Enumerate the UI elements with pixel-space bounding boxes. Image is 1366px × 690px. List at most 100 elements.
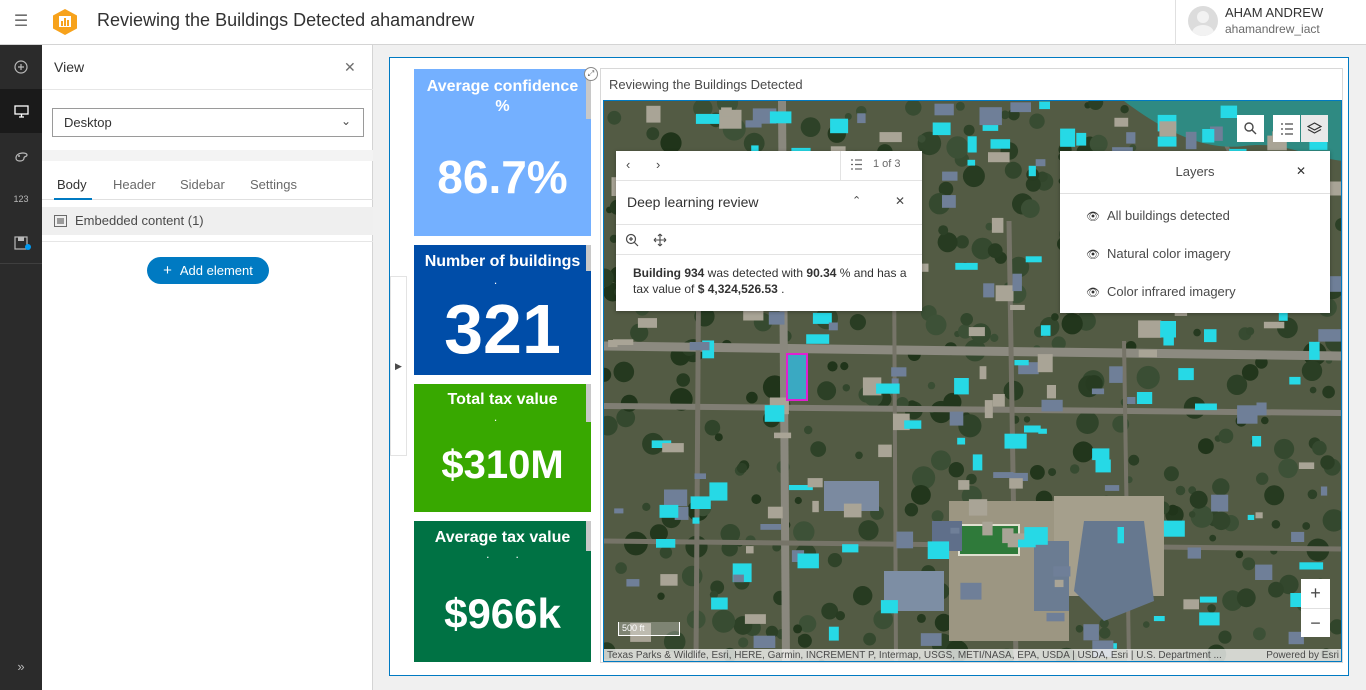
eye-icon[interactable]: 👁 [1086,210,1100,223]
chevron-up-icon[interactable]: ⌃ [852,194,861,207]
tab-header[interactable]: Header [113,177,156,192]
indicator-card-total-tax-value[interactable]: Total tax value . $310M [414,384,591,512]
avatar[interactable] [1188,6,1218,36]
map-view[interactable]: ‹ › 1 of 3 Deep learning review ⌃ ✕ Buil… [603,100,1342,662]
detected-building[interactable] [1220,105,1238,118]
detected-building[interactable] [957,437,966,445]
zoom-to-icon[interactable] [625,233,639,247]
detected-building[interactable] [1252,436,1262,447]
powered-by[interactable]: Powered by Esri [1266,649,1339,661]
detected-building[interactable] [1076,132,1087,146]
detected-building[interactable] [1204,329,1217,343]
double-chevron-right-icon[interactable]: » [0,644,42,688]
detected-building[interactable] [1160,321,1176,338]
theme-icon[interactable] [0,133,42,177]
detected-building[interactable] [932,122,951,136]
indicator-card-average-confidence[interactable]: Average confidence % 86.7% [414,69,591,236]
zoom-in-button[interactable]: + [1301,579,1330,608]
tab-sidebar[interactable]: Sidebar [180,177,225,192]
detected-building[interactable] [1178,368,1194,381]
detected-building[interactable] [1136,392,1153,404]
detected-building[interactable] [812,312,832,324]
close-icon[interactable]: ✕ [895,194,905,208]
detected-building[interactable] [1289,376,1301,385]
tab-body[interactable]: Body [57,177,87,192]
detected-building[interactable] [972,454,983,471]
detected-building[interactable] [1163,335,1174,346]
menu-icon[interactable]: ☰ [11,13,31,31]
detected-building[interactable] [692,517,700,524]
detected-building[interactable] [659,504,679,518]
data-icon[interactable]: 123 [0,177,42,221]
previous-icon[interactable]: ‹ [626,157,630,172]
detected-building[interactable] [1195,403,1217,411]
detected-building[interactable] [842,544,859,553]
device-select[interactable]: Desktop ⌄ [52,108,364,137]
detected-building[interactable] [1202,129,1215,143]
indicator-card-number-of-buildings[interactable]: Number of buildings . 321 [414,245,591,375]
detected-building[interactable] [769,111,792,124]
layer-item-color-infrared[interactable]: 👁 Color infrared imagery [1086,284,1236,299]
detected-building[interactable] [709,482,728,501]
expand-icon[interactable]: ⤢ [584,67,598,81]
detected-building[interactable] [1060,128,1076,147]
detected-building[interactable] [1095,459,1111,473]
detected-building[interactable] [990,139,1011,149]
tab-settings[interactable]: Settings [250,177,297,192]
detected-building[interactable] [1299,562,1324,570]
eye-icon[interactable]: 👁 [1086,248,1100,261]
embedded-content-row[interactable]: Embedded content (1) [42,207,373,235]
user-menu[interactable]: AHAM ANDREW ahamandrew_iact [1175,0,1366,45]
layer-item-all-buildings[interactable]: 👁 All buildings detected [1086,208,1230,223]
detected-building[interactable] [1199,612,1220,626]
detected-building[interactable] [711,597,728,610]
detected-building[interactable] [954,378,969,395]
detected-building[interactable] [1157,136,1177,147]
detected-building[interactable] [656,539,676,548]
detected-building[interactable] [1024,527,1048,545]
close-icon[interactable]: ✕ [1296,164,1306,178]
save-icon[interactable] [0,221,42,265]
layers-icon[interactable] [1301,115,1328,142]
detected-building[interactable] [1247,514,1255,520]
layer-item-natural-color[interactable]: 👁 Natural color imagery [1086,246,1231,261]
detected-building[interactable] [1199,596,1217,603]
indicator-card-average-tax-value[interactable]: Average tax value .. $966k [414,521,591,662]
detected-building[interactable] [797,553,819,569]
detected-building[interactable] [1024,425,1041,433]
detected-building[interactable] [880,600,898,614]
detected-building[interactable] [1153,616,1165,622]
legend-icon[interactable] [1273,115,1300,142]
next-icon[interactable]: › [656,157,660,172]
detected-building[interactable] [764,405,785,422]
eye-icon[interactable]: 👁 [1086,286,1100,299]
detected-building[interactable] [695,113,720,124]
detected-building[interactable] [876,383,900,394]
search-icon[interactable] [1237,115,1264,142]
detected-building[interactable] [955,262,978,270]
card-scrollbar[interactable] [586,384,591,422]
detected-building[interactable] [967,136,977,153]
pan-icon[interactable] [653,233,667,247]
detected-building[interactable] [830,118,849,134]
detected-building[interactable] [1040,325,1051,336]
add-element-button[interactable]: + Add element [147,257,269,284]
add-icon[interactable] [0,45,42,89]
feature-list-icon[interactable] [850,159,863,170]
sidebar-toggle[interactable]: ▶ [390,276,407,456]
detected-building[interactable] [1117,527,1125,544]
detected-building[interactable] [904,420,922,429]
detected-building[interactable] [967,159,976,166]
card-scrollbar[interactable] [586,245,591,271]
detected-building[interactable] [806,334,830,344]
desktop-icon[interactable] [0,89,42,133]
detected-building[interactable] [828,626,839,641]
detected-building[interactable] [1028,165,1036,177]
detected-building[interactable] [1014,360,1029,366]
detected-building[interactable] [1004,433,1027,449]
detected-building[interactable] [1039,101,1050,110]
close-icon[interactable]: ✕ [344,59,356,76]
zoom-out-button[interactable]: − [1301,608,1330,637]
detected-building[interactable] [927,541,950,559]
detected-building[interactable] [1025,256,1042,263]
